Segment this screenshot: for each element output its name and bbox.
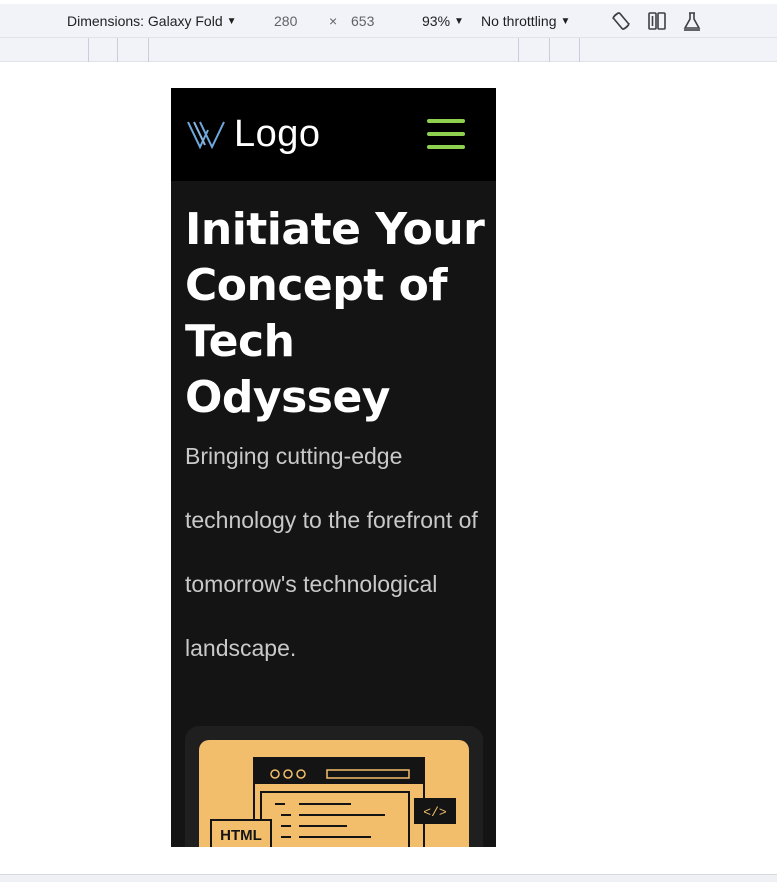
dual-screen-icon [645, 9, 669, 33]
media-query-ruler [0, 38, 777, 62]
rotate-icon [609, 9, 633, 33]
hamburger-menu-icon [427, 119, 465, 123]
height-input[interactable]: 653 [351, 4, 374, 38]
zoom-select[interactable]: 93% ▼ [422, 4, 464, 38]
hero-title: Initiate Your Concept of Tech Odyssey [185, 204, 485, 423]
device-viewport: Logo Initiate Your Concept of Tech Odyss… [171, 88, 496, 847]
code-tag-label: </> [423, 805, 447, 820]
throttling-select[interactable]: No throttling ▼ [481, 4, 570, 38]
status-strip [0, 874, 777, 882]
device-label: Dimensions: Galaxy Fold [67, 13, 223, 29]
logo[interactable]: Logo [186, 112, 321, 156]
site-header: Logo [171, 88, 496, 181]
coding-illustration: </> HTML [199, 740, 469, 847]
logo-w-icon [187, 121, 225, 150]
chevron-down-icon: ▼ [560, 15, 571, 27]
hero-subtitle: Bringing cutting-edge technology to the … [185, 443, 478, 661]
width-input[interactable]: 280 [274, 4, 297, 38]
device-toolbar: Dimensions: Galaxy Fold ▼ 280 × 653 93% … [0, 4, 777, 38]
sensor-flask-icon [680, 9, 704, 33]
logo-text: Logo [234, 112, 321, 155]
hamburger-bar [427, 132, 465, 136]
throttling-value: No throttling [481, 13, 557, 29]
sensors-button[interactable] [680, 4, 704, 38]
hamburger-bar [427, 145, 465, 149]
chevron-down-icon: ▼ [226, 15, 237, 27]
times-separator: × [329, 13, 338, 29]
dual-screen-button[interactable] [645, 4, 669, 38]
menu-button[interactable] [427, 119, 465, 149]
chevron-down-icon: ▼ [454, 15, 464, 27]
rotate-button[interactable] [609, 4, 633, 38]
html-label: HTML [220, 827, 262, 844]
zoom-value: 93% [422, 13, 451, 29]
feature-card: </> HTML [185, 726, 483, 847]
device-select[interactable]: Dimensions: Galaxy Fold ▼ [67, 4, 237, 38]
